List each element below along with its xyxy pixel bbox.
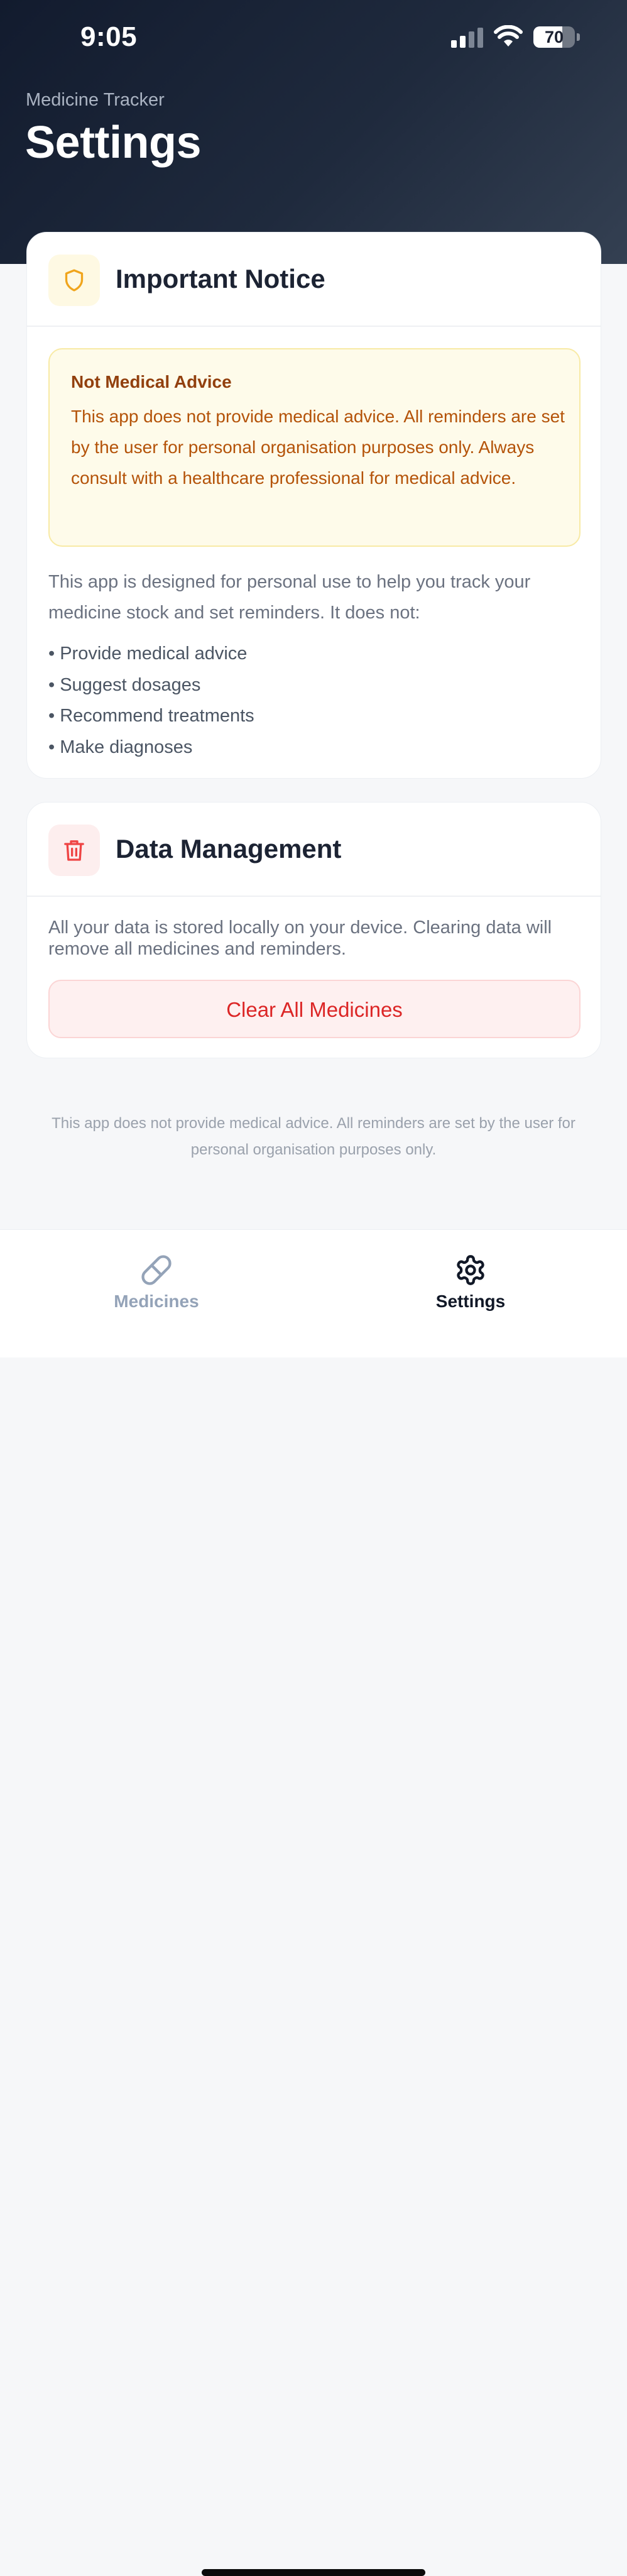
status-time: 9:05 bbox=[80, 21, 138, 52]
list-item: • Suggest dosages bbox=[48, 674, 201, 695]
notice-intro-text: This app is designed for personal use to… bbox=[48, 572, 531, 623]
list-item: • Provide medical advice bbox=[48, 644, 248, 664]
cellular-signal-icon bbox=[451, 28, 483, 48]
shield-icon bbox=[65, 269, 84, 292]
app-name: Medicine Tracker bbox=[26, 90, 165, 110]
notice-card-header: Important Notice bbox=[27, 233, 601, 327]
page-title: Settings bbox=[25, 118, 202, 168]
clear-all-medicines-button[interactable]: Clear All Medicines bbox=[48, 980, 581, 1038]
alert-body: This app does not provide medical advice… bbox=[71, 407, 565, 488]
medical-advice-alert: Not Medical Advice This app does not pro… bbox=[48, 348, 581, 547]
tab-label-settings: Settings bbox=[435, 1291, 506, 1311]
header: 9:05 70 Medicine Tracker Settings bbox=[0, 0, 627, 264]
tab-bar: Medicines Settings bbox=[0, 1229, 627, 2576]
notice-card-title: Important Notice bbox=[116, 264, 325, 293]
important-notice-card: Important Notice Not Medical Advice This… bbox=[26, 232, 601, 779]
data-storage-description: All your data is stored locally on your … bbox=[48, 918, 552, 959]
wifi-icon bbox=[494, 25, 523, 47]
battery-icon: 70 bbox=[533, 26, 575, 48]
footer-disclaimer: This app does not provide medical advice… bbox=[52, 1115, 575, 1158]
list-item: • Make diagnoses bbox=[48, 737, 193, 757]
data-card-header: Data Management bbox=[27, 803, 601, 897]
list-item: • Recommend treatments bbox=[48, 706, 254, 726]
trash-icon bbox=[64, 840, 84, 861]
tab-settings[interactable]: Settings bbox=[376, 1230, 565, 1324]
gear-icon bbox=[457, 1255, 484, 1285]
data-card-title: Data Management bbox=[116, 834, 342, 863]
battery-level: 70 bbox=[544, 28, 564, 47]
data-management-card: Data Management All your data is stored … bbox=[26, 802, 601, 1058]
pill-icon bbox=[141, 1255, 172, 1285]
trash-icon-box bbox=[48, 825, 100, 876]
shield-icon-box bbox=[48, 255, 100, 306]
limitations-list: • Provide medical advice • Suggest dosag… bbox=[48, 639, 254, 763]
home-indicator[interactable] bbox=[202, 2569, 425, 2576]
alert-title: Not Medical Advice bbox=[71, 372, 232, 392]
tab-label-medicines: Medicines bbox=[114, 1291, 199, 1311]
battery-nub bbox=[577, 33, 580, 41]
status-bar: 9:05 70 bbox=[0, 0, 627, 75]
tab-medicines[interactable]: Medicines bbox=[62, 1230, 251, 1324]
